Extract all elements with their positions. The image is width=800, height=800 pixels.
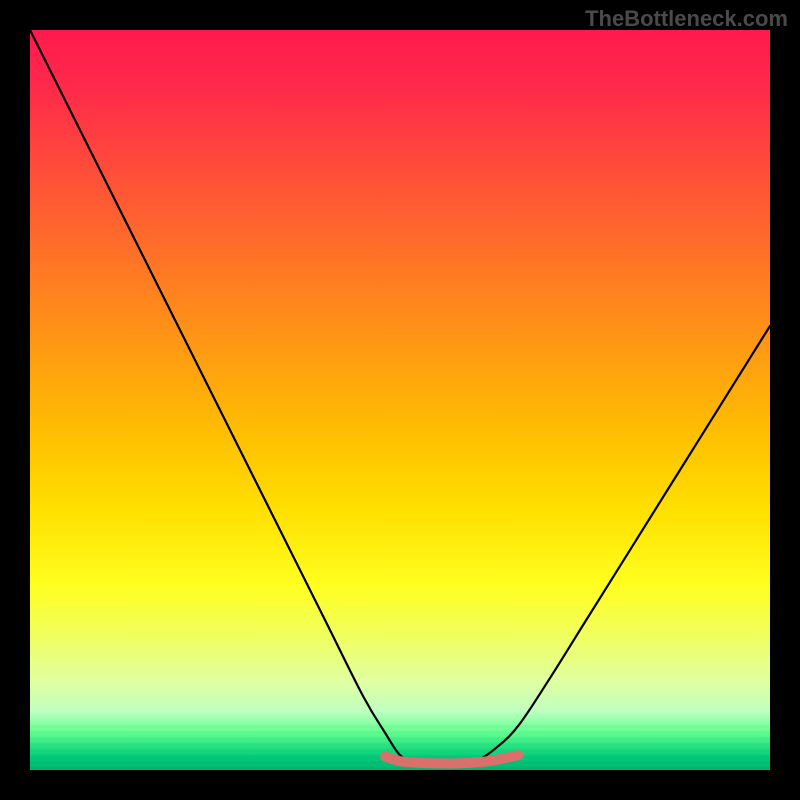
chart-svg — [30, 30, 770, 770]
watermark-text: TheBottleneck.com — [585, 6, 788, 32]
optimal-flat-segment — [385, 755, 518, 763]
plot-area — [30, 30, 770, 770]
bottleneck-curve — [30, 30, 770, 767]
